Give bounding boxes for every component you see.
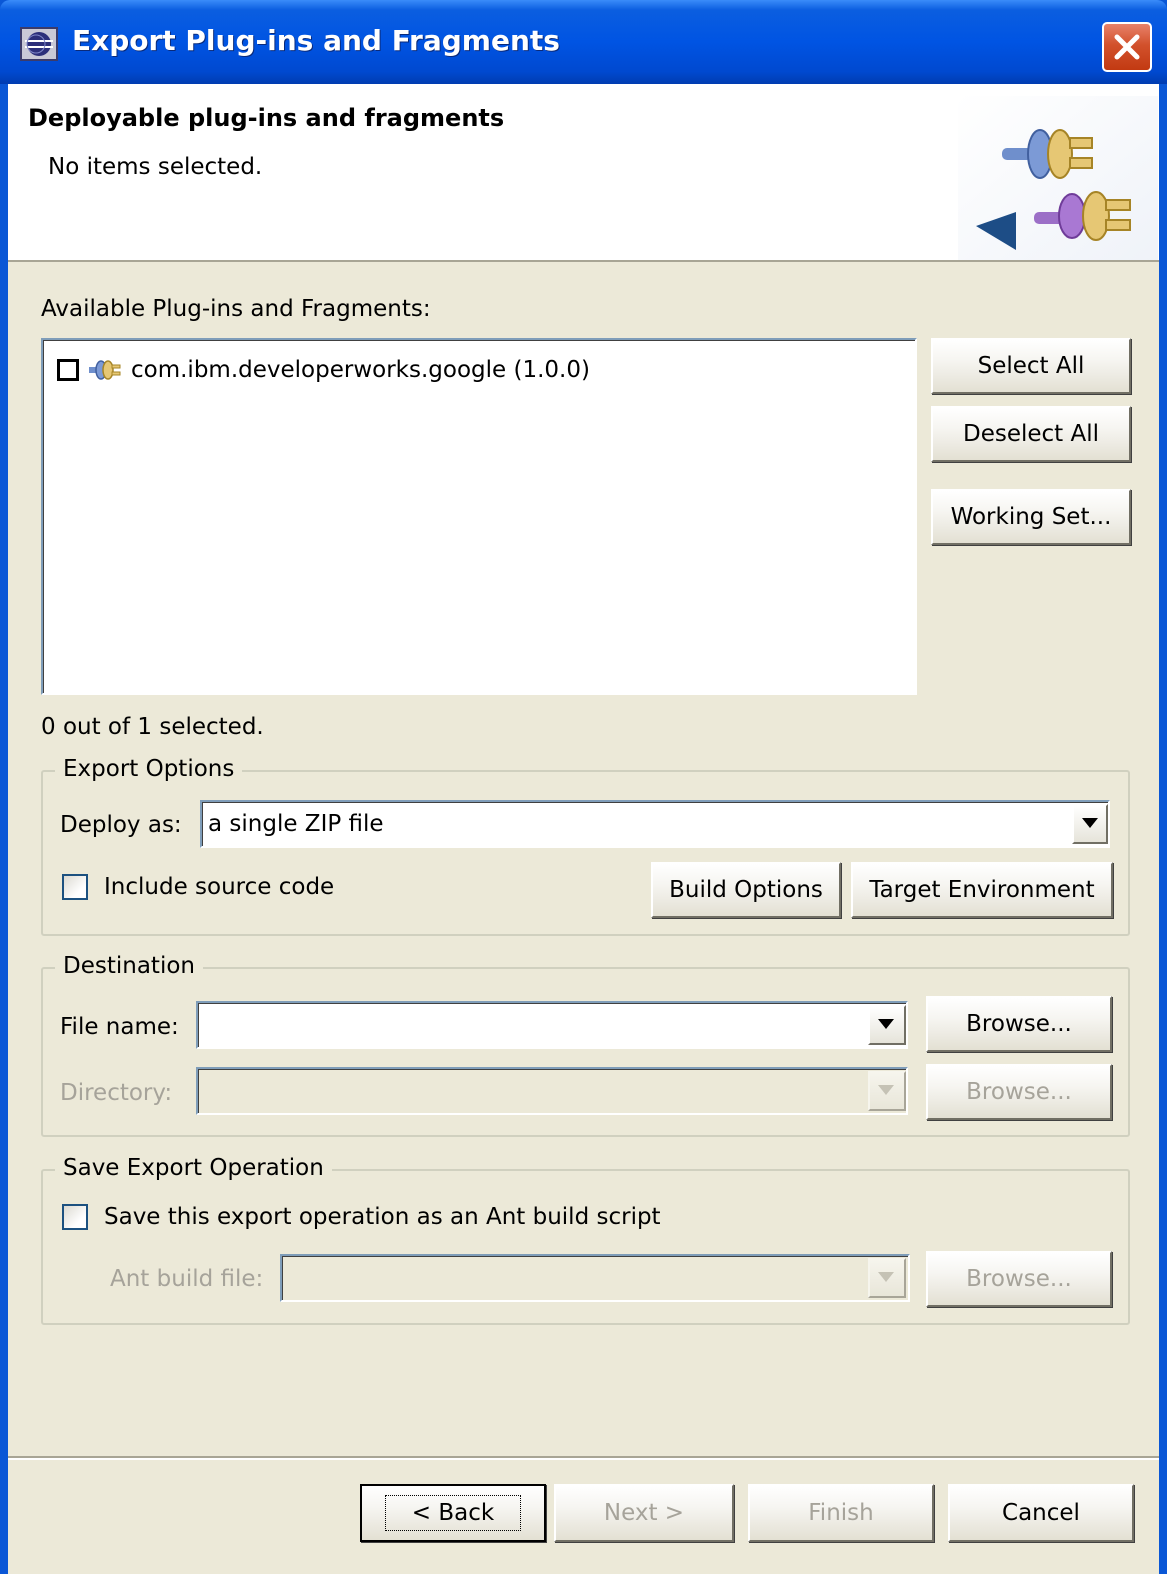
wizard-banner: Deployable plug-ins and fragments No ite… bbox=[8, 84, 1159, 262]
save-ant-script-checkbox[interactable] bbox=[62, 1204, 88, 1230]
plugin-checkbox[interactable] bbox=[57, 359, 79, 381]
deploy-as-dropdown-button[interactable] bbox=[1072, 804, 1108, 844]
dialog-client-area: Deployable plug-ins and fragments No ite… bbox=[8, 84, 1159, 1574]
available-plugins-label: Available Plug-ins and Fragments: bbox=[41, 296, 431, 322]
plugin-icon bbox=[89, 360, 121, 380]
chevron-down-icon bbox=[1082, 818, 1098, 828]
next-button: Next > bbox=[554, 1484, 734, 1542]
cancel-button[interactable]: Cancel bbox=[948, 1484, 1134, 1542]
chevron-down-icon bbox=[878, 1272, 894, 1282]
ant-build-file-label: Ant build file: bbox=[110, 1266, 264, 1292]
deploy-as-label: Deploy as: bbox=[60, 812, 182, 838]
ant-browse-button: Browse... bbox=[926, 1251, 1112, 1307]
target-environment-button[interactable]: Target Environment bbox=[851, 862, 1113, 918]
selection-count: 0 out of 1 selected. bbox=[41, 714, 264, 740]
export-options-title: Export Options bbox=[55, 756, 243, 782]
chevron-down-icon bbox=[878, 1085, 894, 1095]
close-icon bbox=[1114, 34, 1140, 60]
save-export-title: Save Export Operation bbox=[55, 1155, 332, 1181]
directory-dropdown-button bbox=[868, 1071, 906, 1111]
select-all-button[interactable]: Select All bbox=[931, 338, 1131, 394]
plugins-list[interactable]: com.ibm.developerworks.google (1.0.0) bbox=[41, 338, 917, 695]
back-button-label: < Back bbox=[384, 1495, 522, 1531]
file-browse-button[interactable]: Browse... bbox=[926, 996, 1112, 1052]
close-button[interactable] bbox=[1102, 22, 1152, 72]
page-title: Deployable plug-ins and fragments bbox=[28, 104, 505, 132]
deselect-all-button[interactable]: Deselect All bbox=[931, 406, 1131, 462]
directory-browse-button: Browse... bbox=[926, 1064, 1112, 1120]
destination-title: Destination bbox=[55, 953, 203, 979]
file-name-label: File name: bbox=[60, 1014, 179, 1040]
title-bar[interactable]: Export Plug-ins and Fragments bbox=[0, 0, 1167, 84]
footer-separator-highlight bbox=[8, 1458, 1159, 1460]
save-ant-script-label: Save this export operation as an Ant bui… bbox=[104, 1204, 661, 1230]
directory-label: Directory: bbox=[60, 1080, 173, 1106]
ant-build-file-dropdown-button bbox=[868, 1258, 906, 1298]
file-name-input[interactable] bbox=[196, 1001, 908, 1049]
plugin-export-graphic-icon bbox=[958, 96, 1158, 260]
plugin-item-label: com.ibm.developerworks.google (1.0.0) bbox=[131, 357, 590, 383]
finish-button: Finish bbox=[748, 1484, 934, 1542]
page-message: No items selected. bbox=[48, 154, 263, 180]
include-source-label: Include source code bbox=[104, 874, 335, 900]
deploy-as-select[interactable]: a single ZIP file bbox=[200, 800, 1110, 848]
list-item[interactable]: com.ibm.developerworks.google (1.0.0) bbox=[57, 354, 590, 386]
window-title: Export Plug-ins and Fragments bbox=[72, 24, 560, 57]
export-wizard-window: Export Plug-ins and Fragments Deployable… bbox=[0, 0, 1167, 1574]
file-name-dropdown-button[interactable] bbox=[868, 1005, 906, 1045]
directory-input bbox=[196, 1067, 908, 1115]
working-set-button[interactable]: Working Set... bbox=[931, 489, 1131, 545]
eclipse-icon bbox=[20, 27, 58, 61]
ant-build-file-input bbox=[280, 1254, 910, 1302]
build-options-button[interactable]: Build Options bbox=[651, 862, 841, 918]
back-button[interactable]: < Back bbox=[360, 1484, 546, 1542]
include-source-checkbox[interactable] bbox=[62, 874, 88, 900]
deploy-as-value: a single ZIP file bbox=[208, 811, 384, 837]
chevron-down-icon bbox=[878, 1019, 894, 1029]
